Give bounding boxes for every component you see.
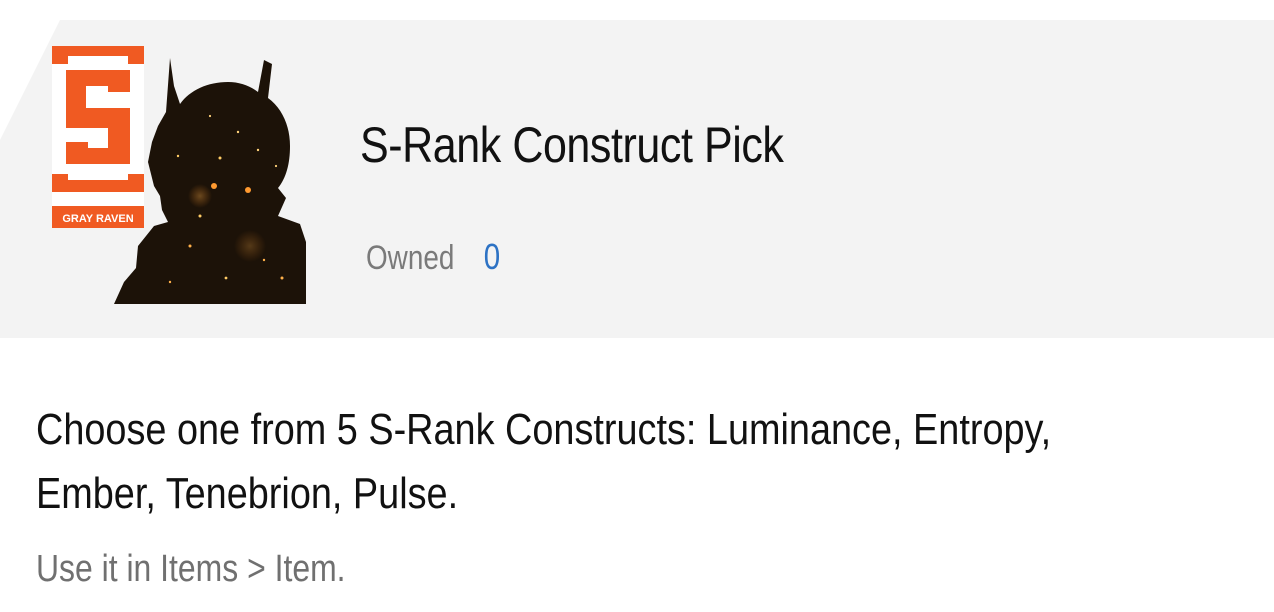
construct-silhouette-icon: GRAY RAVEN	[50, 46, 306, 304]
owned-count: 0	[483, 236, 501, 277]
gray-raven-s-rank-badge-icon: GRAY RAVEN	[52, 46, 144, 228]
item-detail-page: GRAY RAVEN S-Rank Construct Pick Owned 0…	[0, 0, 1274, 612]
item-title: S-Rank Construct Pick	[360, 117, 784, 173]
owned-label: Owned	[366, 239, 455, 277]
owned-row: Owned 0	[366, 236, 502, 278]
usage-hint: Use it in Items > Item.	[36, 548, 346, 590]
item-description: Choose one from 5 S-Rank Constructs: Lum…	[36, 405, 1052, 518]
svg-text:GRAY RAVEN: GRAY RAVEN	[62, 213, 133, 225]
